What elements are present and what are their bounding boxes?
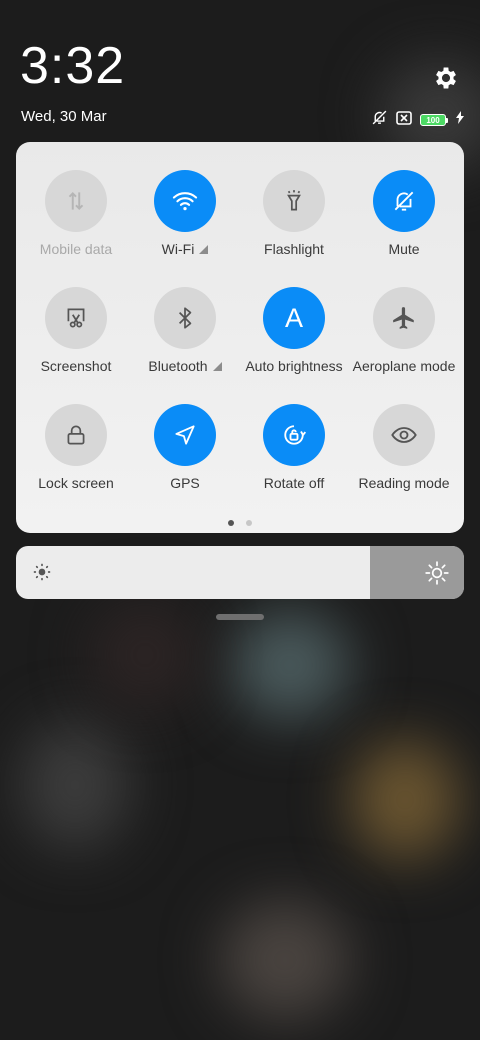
toggle-label: Mute	[388, 241, 420, 257]
toggle-mobile-data[interactable]: Mobile data	[21, 170, 131, 257]
toggle-wifi[interactable]: Wi-Fi	[130, 170, 240, 257]
toggle-flashlight[interactable]: Flashlight	[239, 170, 349, 257]
expand-triangle-icon	[212, 361, 222, 371]
toggle-screenshot[interactable]: Screenshot	[21, 287, 131, 374]
quick-settings-panel: Mobile data Wi-Fi Flashlight Mute Screen…	[16, 142, 464, 533]
screenshot-icon	[45, 287, 107, 349]
toggle-label: Flashlight	[264, 241, 324, 257]
no-sim-icon	[396, 110, 412, 130]
toggle-label: Lock screen	[38, 475, 114, 491]
toggle-label: Wi-Fi	[161, 241, 195, 257]
battery-level: 100	[420, 114, 446, 126]
brightness-high-icon	[424, 560, 450, 591]
toggle-label: Screenshot	[40, 358, 112, 374]
airplane-icon	[373, 287, 435, 349]
gear-icon[interactable]	[432, 64, 460, 92]
toggle-label: Rotate off	[263, 475, 325, 491]
toggle-aeroplane-mode[interactable]: Aeroplane mode	[349, 287, 459, 374]
brightness-low-icon	[32, 562, 52, 587]
toggle-label: Reading mode	[358, 475, 450, 491]
bluetooth-icon	[154, 287, 216, 349]
expand-triangle-icon	[199, 244, 209, 254]
bell-off-icon	[373, 170, 435, 232]
toggle-bluetooth[interactable]: Bluetooth	[130, 287, 240, 374]
auto-brightness-glyph: A	[284, 302, 303, 333]
eye-icon	[373, 404, 435, 466]
toggle-label: Mobile data	[39, 241, 113, 257]
toggle-gps[interactable]: GPS	[130, 404, 240, 491]
toggle-rotate-off[interactable]: Rotate off	[239, 404, 349, 491]
page-dot-2[interactable]	[246, 520, 252, 526]
clock-area: 3:32	[20, 40, 125, 92]
panel-drag-handle[interactable]	[216, 614, 264, 620]
charging-icon	[456, 111, 464, 129]
page-indicator	[16, 520, 464, 526]
status-icons: 100	[371, 109, 464, 131]
page-dot-1[interactable]	[228, 520, 234, 526]
rotation-lock-icon	[263, 404, 325, 466]
battery-icon: 100	[420, 114, 448, 126]
toggle-label: Aeroplane mode	[352, 358, 456, 374]
wifi-icon	[154, 170, 216, 232]
toggle-auto-brightness[interactable]: A Auto brightness	[239, 287, 349, 374]
toggle-label: Bluetooth	[148, 358, 208, 374]
brightness-slider[interactable]	[16, 546, 464, 599]
date-label: Wed, 30 Mar	[21, 108, 107, 125]
lock-icon	[45, 404, 107, 466]
flashlight-icon	[263, 170, 325, 232]
toggle-label: GPS	[170, 475, 200, 491]
toggle-mute[interactable]: Mute	[349, 170, 459, 257]
mobile-data-icon	[45, 170, 107, 232]
toggle-lock-screen[interactable]: Lock screen	[21, 404, 131, 491]
location-arrow-icon	[154, 404, 216, 466]
toggle-reading-mode[interactable]: Reading mode	[349, 404, 459, 491]
toggle-label: Auto brightness	[245, 358, 343, 374]
alarm-off-icon	[371, 109, 388, 131]
clock: 3:32	[20, 37, 126, 95]
auto-brightness-icon: A	[263, 287, 325, 349]
